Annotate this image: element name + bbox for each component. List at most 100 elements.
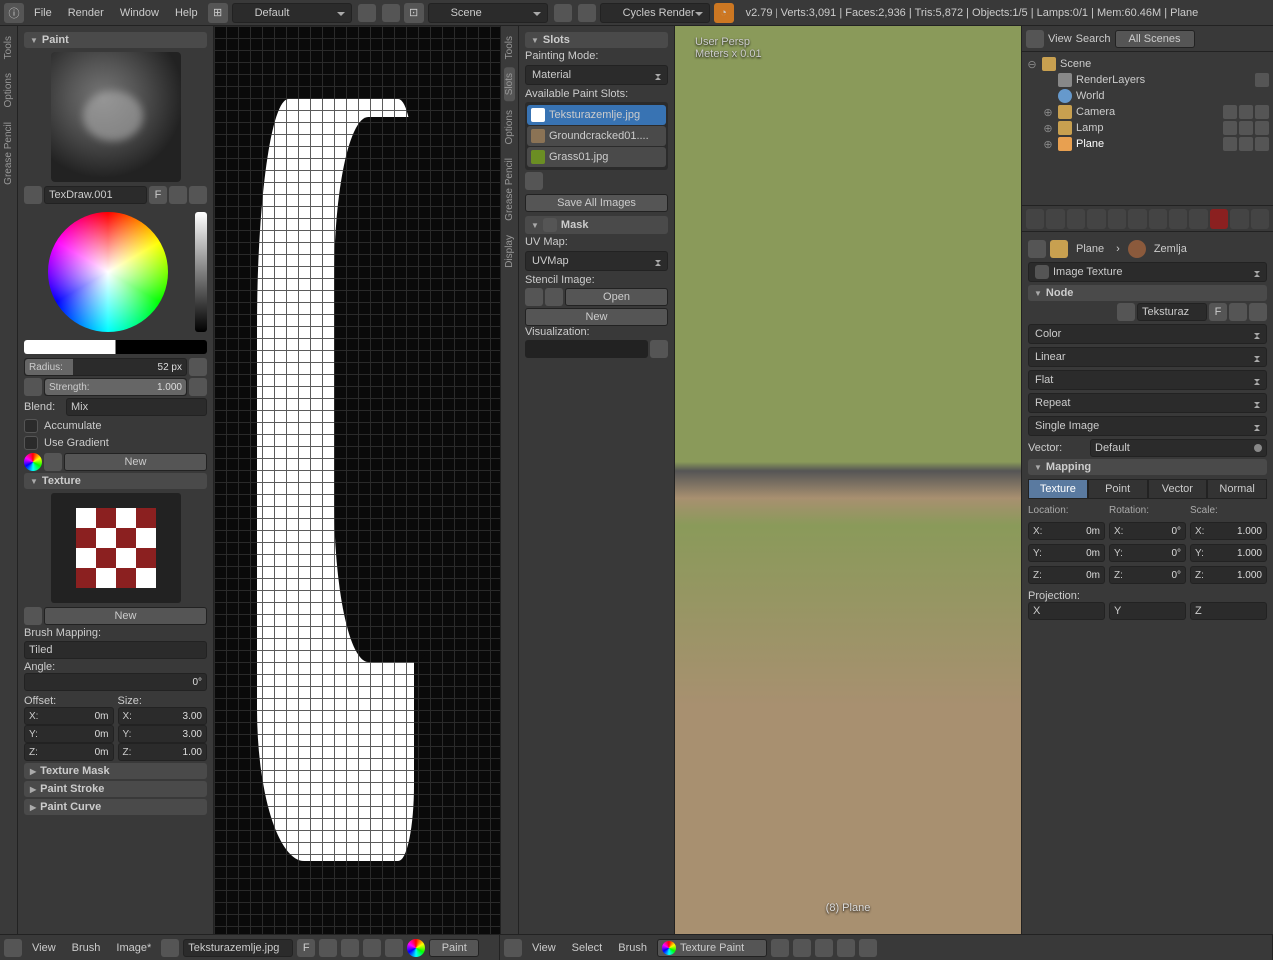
tex-open-icon[interactable] xyxy=(1229,303,1247,321)
rot-y[interactable]: Y:0° xyxy=(1109,544,1186,562)
menu-help[interactable]: Help xyxy=(169,7,204,19)
texture-new-btn[interactable]: New xyxy=(44,607,207,625)
brush-add-btn[interactable] xyxy=(169,186,187,204)
offset-y[interactable]: Y:0m xyxy=(24,725,114,743)
pin-icon[interactable] xyxy=(1028,240,1046,258)
offset-x[interactable]: X:0m xyxy=(24,707,114,725)
ptab-texture[interactable] xyxy=(1210,209,1228,229)
projection-dropdown[interactable]: Flat xyxy=(1028,370,1267,390)
slot-item-2[interactable]: Grass01.jpg xyxy=(527,147,666,167)
uvmap-dropdown[interactable]: UVMap xyxy=(525,251,668,271)
uv-menu-brush[interactable]: Brush xyxy=(66,942,107,954)
texture-mask-header[interactable]: Texture Mask xyxy=(24,763,207,779)
vtab-grease2[interactable]: Grease Pencil xyxy=(504,152,515,227)
restrict-render-icon[interactable] xyxy=(1255,73,1269,87)
mask-header[interactable]: Mask xyxy=(525,216,668,234)
ptab-layers[interactable] xyxy=(1046,209,1064,229)
texture-preview[interactable] xyxy=(51,493,181,603)
proj-y[interactable]: Y xyxy=(1109,602,1186,620)
ptab-constraint[interactable] xyxy=(1128,209,1146,229)
info-icon[interactable]: ⓘ xyxy=(4,3,24,23)
outliner-filter[interactable]: All Scenes xyxy=(1115,30,1195,48)
radius-pressure-icon[interactable] xyxy=(189,358,207,376)
pivot-icon[interactable] xyxy=(793,939,811,957)
shading-icon[interactable] xyxy=(771,939,789,957)
ptab-object[interactable] xyxy=(1108,209,1126,229)
layout-browse-icon[interactable]: ⊞ xyxy=(208,3,228,23)
scene-del-btn[interactable] xyxy=(578,4,596,22)
scene-dropdown[interactable]: Scene xyxy=(428,3,548,23)
scene-add-btn[interactable] xyxy=(554,4,572,22)
uv-img-pack[interactable] xyxy=(341,939,359,957)
stencil-new-icon[interactable] xyxy=(545,288,563,306)
vtab-grease-pencil[interactable]: Grease Pencil xyxy=(3,116,14,191)
ptab-world[interactable] xyxy=(1087,209,1105,229)
strength-lock-icon[interactable] xyxy=(24,378,42,396)
3d-viewport[interactable]: User Persp Meters x 0.01 (8) Plane xyxy=(675,26,1021,934)
slots-header[interactable]: Slots xyxy=(525,32,668,48)
vtab-options2[interactable]: Options xyxy=(504,104,515,150)
menu-render[interactable]: Render xyxy=(62,7,110,19)
uv-img-add[interactable] xyxy=(319,939,337,957)
node-header[interactable]: Node xyxy=(1028,285,1267,301)
snap-icon[interactable] xyxy=(837,939,855,957)
camera-icon[interactable] xyxy=(1255,105,1269,119)
ptab-scene[interactable] xyxy=(1067,209,1085,229)
mapping-header[interactable]: Mapping xyxy=(1028,459,1267,475)
3d-editor-icon[interactable] xyxy=(504,939,522,957)
slot-add-icon[interactable] xyxy=(525,172,543,190)
outliner-editor-icon[interactable] xyxy=(1026,30,1044,48)
strength-slider[interactable]: Strength:1.000 xyxy=(44,378,187,396)
stencil-open-btn[interactable]: Open xyxy=(565,288,668,306)
angle-slider[interactable]: 0° xyxy=(24,673,207,691)
painting-mode-dropdown[interactable]: Material xyxy=(525,65,668,85)
brush-browse-icon[interactable] xyxy=(24,186,42,204)
brush-name-field[interactable]: TexDraw.001 xyxy=(44,186,147,204)
radius-slider[interactable]: Radius:52 px xyxy=(24,358,187,376)
ptab-modifier[interactable] xyxy=(1149,209,1167,229)
uv-img-del[interactable] xyxy=(363,939,381,957)
ptab-particle[interactable] xyxy=(1230,209,1248,229)
uv-image-name[interactable]: Teksturazemlje.jpg xyxy=(183,939,293,957)
loc-z[interactable]: Z:0m xyxy=(1028,566,1105,584)
color-wheel[interactable] xyxy=(48,212,168,332)
uv-image-editor[interactable] xyxy=(214,26,500,934)
vtab-display[interactable]: Display xyxy=(504,229,515,274)
layout-add-btn[interactable] xyxy=(358,4,376,22)
slot-item-1[interactable]: Groundcracked01.... xyxy=(527,126,666,146)
ptab-physics[interactable] xyxy=(1251,209,1269,229)
uv-img-browse-icon[interactable] xyxy=(161,939,179,957)
size-y[interactable]: Y:3.00 xyxy=(118,725,208,743)
strength-pressure-icon[interactable] xyxy=(189,378,207,396)
paint-curve-header[interactable]: Paint Curve xyxy=(24,799,207,815)
ptab-render[interactable] xyxy=(1026,209,1044,229)
paint-header[interactable]: Paint xyxy=(24,32,207,48)
scale-z[interactable]: Z:1.000 xyxy=(1190,566,1267,584)
paint-stroke-header[interactable]: Paint Stroke xyxy=(24,781,207,797)
tree-scene[interactable]: ⊖Scene xyxy=(1026,56,1269,72)
visualization-color[interactable] xyxy=(525,340,648,358)
texture-add-icon[interactable] xyxy=(24,607,42,625)
brush-mapping-dropdown[interactable]: Tiled xyxy=(24,641,207,659)
tree-plane[interactable]: ⊕Plane xyxy=(1026,136,1269,152)
palette-add-icon[interactable] xyxy=(44,453,62,471)
tree-lamp[interactable]: ⊕Lamp xyxy=(1026,120,1269,136)
brush-preview[interactable] xyxy=(51,52,181,182)
vtab-tools2[interactable]: Tools xyxy=(504,30,515,65)
accumulate-checkbox[interactable] xyxy=(24,419,38,433)
scale-x[interactable]: X:1.000 xyxy=(1190,522,1267,540)
layout-dropdown[interactable]: Default xyxy=(232,3,352,23)
uv-menu-image[interactable]: Image* xyxy=(110,942,157,954)
image-texture-dropdown[interactable]: Image Texture xyxy=(1028,262,1267,282)
offset-z[interactable]: Z:0m xyxy=(24,743,114,761)
scene-browse-icon[interactable]: ⊡ xyxy=(404,3,424,23)
crumb-object[interactable]: Plane xyxy=(1072,243,1108,255)
vector-input[interactable]: Default xyxy=(1090,439,1267,457)
uv-mode-icon[interactable] xyxy=(407,939,425,957)
rot-x[interactable]: X:0° xyxy=(1109,522,1186,540)
gradient-checkbox[interactable] xyxy=(24,436,38,450)
brush-del-btn[interactable] xyxy=(189,186,207,204)
save-all-images-btn[interactable]: Save All Images xyxy=(525,194,668,212)
uv-img-fake[interactable]: F xyxy=(297,939,315,957)
color-hex-slider[interactable] xyxy=(24,340,207,354)
